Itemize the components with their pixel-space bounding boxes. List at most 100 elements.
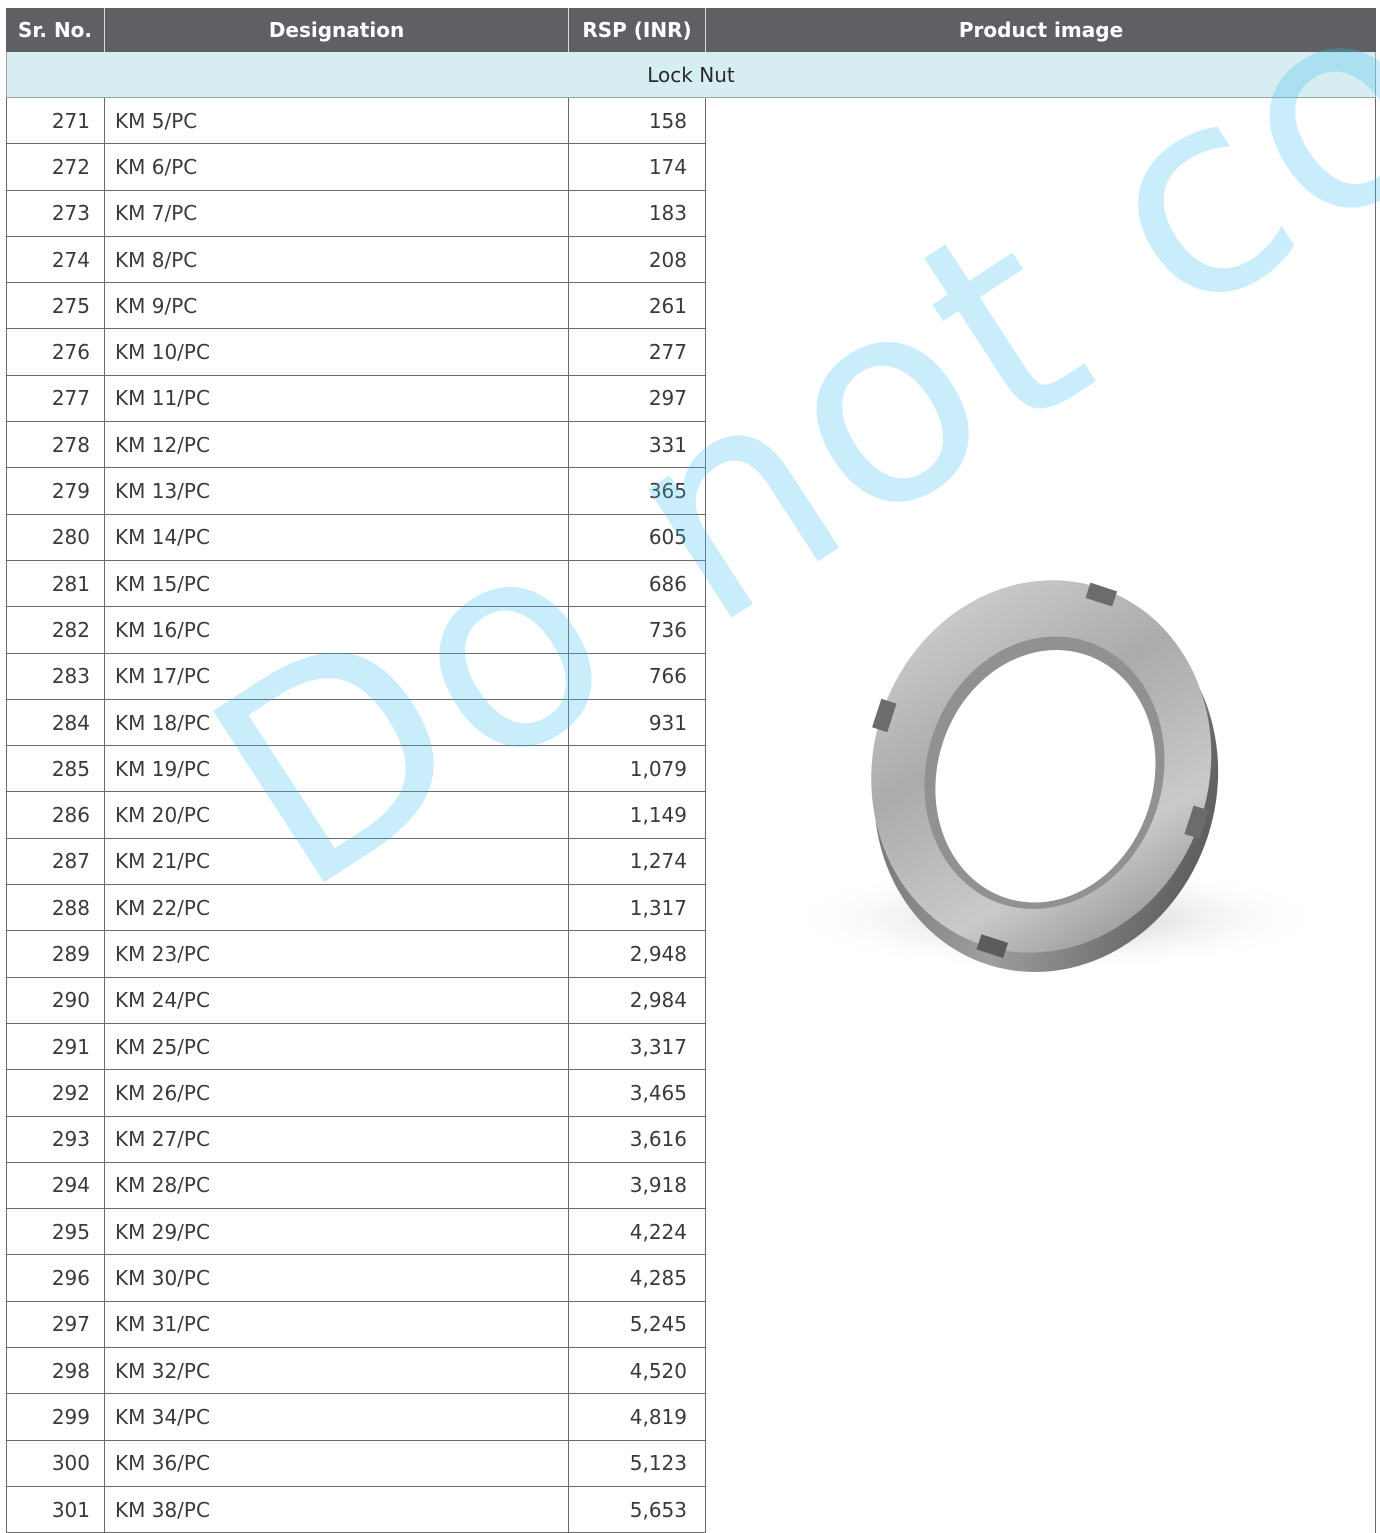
table-row: 288 KM 22/PC 1,317: [7, 885, 706, 932]
table-row: 277 KM 11/PC 297: [7, 375, 706, 423]
rsp-cell: 3,317: [569, 1023, 706, 1070]
designation-cell: KM 29/PC: [105, 1209, 569, 1255]
table-row: 292 KM 26/PC 3,465: [7, 1070, 706, 1117]
designation-cell: KM 19/PC: [105, 746, 569, 792]
designation-cell: KM 7/PC: [105, 190, 569, 236]
designation-cell: KM 6/PC: [105, 144, 569, 190]
table-row: 294 KM 28/PC 3,918: [7, 1162, 706, 1210]
table-row: 271 KM 5/PC 158: [7, 98, 706, 145]
designation-cell: KM 28/PC: [105, 1162, 569, 1209]
sr-no-cell: 287: [7, 838, 105, 885]
rsp-cell: 2,948: [569, 931, 706, 977]
designation-cell: KM 26/PC: [105, 1070, 569, 1116]
designation-cell: KM 11/PC: [105, 375, 569, 422]
rsp-cell: 261: [569, 283, 706, 329]
rsp-cell: 1,149: [569, 792, 706, 838]
sr-no-cell: 280: [7, 514, 105, 560]
sr-no-cell: 300: [7, 1440, 105, 1486]
sr-no-cell: 283: [7, 653, 105, 699]
sr-no-cell: 274: [7, 236, 105, 283]
rsp-cell: 4,224: [569, 1209, 706, 1255]
rsp-cell: 1,079: [569, 746, 706, 792]
table-body: 271 KM 5/PC 158 272 KM 6/PC 174 273 KM 7/PC 183 2…: [6, 98, 1376, 1533]
designation-cell: KM 34/PC: [105, 1394, 569, 1440]
designation-cell: KM 17/PC: [105, 653, 569, 699]
rsp-cell: 5,653: [569, 1486, 706, 1533]
table-row: 298 KM 32/PC 4,520: [7, 1348, 706, 1395]
rsp-cell: 5,123: [569, 1440, 706, 1486]
table-row: 279 KM 13/PC 365: [7, 468, 706, 515]
designation-cell: KM 27/PC: [105, 1116, 569, 1162]
product-image-cell: [706, 98, 1375, 1533]
table-row: 287 KM 21/PC 1,274: [7, 838, 706, 886]
rsp-cell: 1,274: [569, 838, 706, 885]
rsp-cell: 3,465: [569, 1070, 706, 1116]
designation-cell: KM 32/PC: [105, 1348, 569, 1394]
header-sr-no: Sr. No.: [6, 8, 105, 52]
designation-cell: KM 23/PC: [105, 931, 569, 977]
rsp-cell: 736: [569, 607, 706, 653]
rsp-cell: 331: [569, 422, 706, 468]
rsp-cell: 605: [569, 514, 706, 560]
rsp-cell: 3,616: [569, 1116, 706, 1162]
section-title: Lock Nut: [6, 52, 1376, 98]
designation-cell: KM 12/PC: [105, 422, 569, 468]
sr-no-cell: 299: [7, 1394, 105, 1440]
sr-no-cell: 282: [7, 607, 105, 653]
table-row: 273 KM 7/PC 183: [7, 190, 706, 237]
table-row: 276 KM 10/PC 277: [7, 329, 706, 376]
sr-no-cell: 292: [7, 1070, 105, 1116]
table-header: Sr. No. Designation RSP (INR) Product im…: [6, 8, 1376, 52]
sr-no-cell: 296: [7, 1255, 105, 1301]
table-row: 284 KM 18/PC 931: [7, 699, 706, 747]
table-row: 293 KM 27/PC 3,616: [7, 1116, 706, 1163]
sr-no-cell: 277: [7, 375, 105, 422]
sr-no-cell: 295: [7, 1209, 105, 1255]
designation-cell: KM 20/PC: [105, 792, 569, 838]
table-row: 285 KM 19/PC 1,079: [7, 746, 706, 793]
rsp-cell: 158: [569, 98, 706, 144]
table-row: 295 KM 29/PC 4,224: [7, 1209, 706, 1256]
designation-cell: KM 22/PC: [105, 885, 569, 931]
header-designation: Designation: [105, 8, 569, 52]
designation-cell: KM 25/PC: [105, 1023, 569, 1070]
table-row: 291 KM 25/PC 3,317: [7, 1023, 706, 1071]
rsp-cell: 3,918: [569, 1162, 706, 1209]
designation-cell: KM 38/PC: [105, 1486, 569, 1533]
sr-no-cell: 294: [7, 1162, 105, 1209]
rsp-cell: 1,317: [569, 885, 706, 931]
rsp-cell: 4,285: [569, 1255, 706, 1301]
sr-no-cell: 301: [7, 1486, 105, 1533]
designation-cell: KM 18/PC: [105, 699, 569, 746]
table-row: 286 KM 20/PC 1,149: [7, 792, 706, 839]
rsp-cell: 174: [569, 144, 706, 190]
sr-no-cell: 289: [7, 931, 105, 977]
rsp-cell: 297: [569, 375, 706, 422]
table-row: 275 KM 9/PC 261: [7, 283, 706, 330]
rsp-cell: 686: [569, 560, 706, 607]
header-product-image: Product image: [958, 18, 1124, 42]
rsp-cell: 208: [569, 236, 706, 283]
sr-no-cell: 288: [7, 885, 105, 931]
table-row: 299 KM 34/PC 4,819: [7, 1394, 706, 1441]
sr-no-cell: 273: [7, 190, 105, 236]
rsp-cell: 4,819: [569, 1394, 706, 1440]
designation-cell: KM 31/PC: [105, 1301, 569, 1348]
sr-no-cell: 290: [7, 977, 105, 1023]
sr-no-cell: 279: [7, 468, 105, 514]
table-row: 278 KM 12/PC 331: [7, 422, 706, 469]
designation-cell: KM 5/PC: [105, 98, 569, 144]
sr-no-cell: 276: [7, 329, 105, 375]
price-table: Sr. No. Designation RSP (INR) Product im…: [6, 8, 1376, 1533]
sr-no-cell: 271: [7, 98, 105, 144]
rsp-cell: 931: [569, 699, 706, 746]
table-row: 301 KM 38/PC 5,653: [7, 1486, 706, 1533]
sr-no-cell: 272: [7, 144, 105, 190]
sr-no-cell: 285: [7, 746, 105, 792]
designation-cell: KM 8/PC: [105, 236, 569, 283]
designation-cell: KM 10/PC: [105, 329, 569, 375]
sr-no-cell: 291: [7, 1023, 105, 1070]
table-row: 272 KM 6/PC 174: [7, 144, 706, 191]
table-row: 297 KM 31/PC 5,245: [7, 1301, 706, 1349]
table-row: 289 KM 23/PC 2,948: [7, 931, 706, 978]
